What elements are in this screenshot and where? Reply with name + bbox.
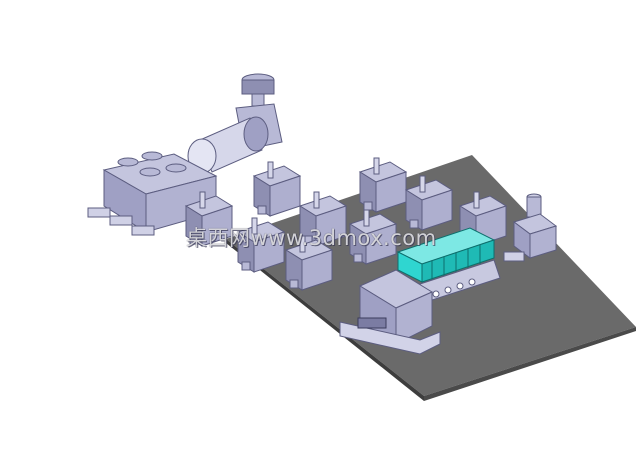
solenoid-valve-1 bbox=[252, 161, 302, 217]
filter-housing bbox=[187, 116, 269, 174]
watermark-text: 桌西网www.3dmox.com bbox=[186, 226, 437, 250]
solenoid-valve-4 bbox=[358, 157, 408, 213]
